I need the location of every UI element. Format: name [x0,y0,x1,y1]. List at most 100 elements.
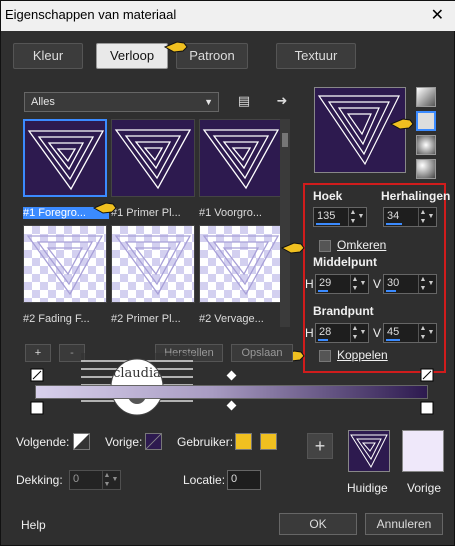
add-resource-button[interactable]: + [307,433,333,459]
location-value: 0 [231,473,238,485]
gradient-thumb[interactable] [111,225,195,303]
gradient-preview [114,129,192,190]
chevron-down-icon[interactable]: ▼ [427,275,435,293]
link-checkbox[interactable] [319,350,331,362]
gradient-thumb[interactable] [23,119,107,197]
tab-textuur[interactable]: Textuur [276,43,356,69]
pointing-hand-icon [164,41,188,53]
chevron-down-icon[interactable]: ▼ [357,208,365,226]
focal-v-spinner[interactable]: 45 ▲ ▼ ▼ [383,323,437,343]
gradient-editor-bar[interactable] [35,385,428,399]
opacity-value: 0 [73,473,80,485]
gradient-preview [202,235,280,296]
link-label: Koppelen [337,348,388,362]
prev-swatch[interactable] [145,433,162,450]
chevron-down-icon[interactable]: ▼ [359,324,367,342]
color-stop-handle[interactable] [419,367,435,383]
pointing-hand-icon [390,118,414,130]
previous-label: Vorige [407,481,442,495]
category-dropdown[interactable]: Alles ▼ [24,92,219,112]
gradient-settings-panel: Hoek Herhalingen 135 ▲ ▼ ▼ 34 ▲ ▼ ▼ Omkere… [303,183,450,373]
center-v-value: 30 [387,277,400,289]
add-button[interactable]: + [25,344,51,362]
center-h-label: H [305,277,314,291]
stepper-icon[interactable]: ▲ ▼ [348,208,357,226]
midpoint-handle[interactable] [226,370,237,381]
center-h-spinner[interactable]: 29 ▲ ▼ ▼ [315,274,369,294]
center-h-value: 29 [319,277,332,289]
user-swatch[interactable] [235,433,252,450]
value-bar [386,339,400,341]
chevron-down-icon: ▼ [204,97,213,107]
previous-material[interactable] [402,430,444,472]
repeats-label: Herhalingen [381,189,451,203]
next-swatch[interactable] [73,433,90,450]
focal-h-spinner[interactable]: 28 ▲ ▼ ▼ [315,323,369,343]
chevron-down-icon[interactable]: ▼ [427,324,435,342]
stepper-icon[interactable]: ▲ ▼ [418,324,427,342]
tab-verloop[interactable]: Verloop [96,43,168,69]
cancel-button[interactable]: Annuleren [365,513,443,535]
value-bar [318,339,328,341]
gradient-preview [27,130,105,191]
stepper-icon[interactable]: ▲ ▼ [418,275,427,293]
invert-checkbox[interactable] [319,240,331,252]
gradient-label[interactable]: #1 Voorgro... [199,207,285,219]
scrollbar-thumb[interactable] [282,133,288,147]
rectangular-style-icon[interactable] [416,111,436,131]
gradient-preview [114,235,192,296]
focal-v-value: 45 [387,326,400,338]
ok-button[interactable]: OK [279,513,357,535]
material-properties-dialog: Eigenschappen van materiaal ✕ Kleur Verl… [0,0,455,546]
tab-kleur[interactable]: Kleur [13,43,83,69]
gradient-label[interactable]: #2 Primer Pl... [111,313,197,325]
gradient-thumb[interactable] [23,225,107,303]
gradient-label[interactable]: #1 Primer Pl... [111,207,197,219]
gradient-gallery: #1 Foregro... #1 Primer Pl... #1 Voorgro… [23,119,296,329]
help-link[interactable]: Help [21,518,46,532]
gradient-thumb[interactable] [199,225,283,303]
linear-style-icon[interactable] [416,87,436,107]
angle-spinner[interactable]: 135 ▲ ▼ ▼ [313,207,367,227]
midpoint-handle[interactable] [226,400,237,411]
arrow-right-icon[interactable]: ➜ [273,92,291,110]
stepper-icon[interactable]: ▲ ▼ [350,324,359,342]
focal-v-label: V [373,326,382,340]
radial-style-icon[interactable] [416,159,436,179]
gradient-label[interactable]: #2 Vervage... [199,313,285,325]
prev-label: Vorige: [105,435,143,449]
location-field[interactable]: 0 [227,470,261,490]
save-button[interactable]: Opslaan [231,344,293,362]
center-v-spinner[interactable]: 30 ▲ ▼ ▼ [383,274,437,294]
gradient-thumb[interactable] [199,119,283,197]
stepper-icon[interactable]: ▲ ▼ [418,208,427,226]
value-bar [316,223,340,225]
chevron-down-icon[interactable]: ▼ [359,275,367,293]
color-stop-handle[interactable] [29,367,45,383]
opacity-spinner[interactable]: 0 ▲ ▼ ▼ [69,470,121,490]
stepper-icon[interactable]: ▲ ▼ [350,275,359,293]
next-label: Volgende: [16,435,70,449]
current-material[interactable] [348,430,390,472]
stepper-icon[interactable]: ▲ ▼ [102,471,111,489]
close-icon[interactable]: ✕ [431,5,444,25]
repeats-spinner[interactable]: 34 ▲ ▼ ▼ [383,207,437,227]
color-stop-handle[interactable] [29,400,45,416]
category-value: Alles [31,96,55,108]
gallery-scrollbar[interactable] [280,119,290,327]
tab-bar: Kleur Verloop Patroon Textuur [13,43,443,73]
user-swatch[interactable] [260,433,277,450]
gradient-label[interactable]: #2 Fading F... [23,313,109,325]
location-label: Locatie: [183,473,226,487]
chevron-down-icon[interactable]: ▼ [427,208,435,226]
focal-label: Brandpunt [313,304,374,318]
window-title: Eigenschappen van materiaal [5,7,177,22]
sunburst-style-icon[interactable] [416,135,436,155]
gradient-preview [26,235,104,296]
chevron-down-icon[interactable]: ▼ [111,471,119,489]
gradient-preview [350,434,388,469]
gradient-preview [202,129,280,190]
resources-icon[interactable]: ▤ [235,92,253,110]
gradient-thumb[interactable] [111,119,195,197]
color-stop-handle[interactable] [419,400,435,416]
